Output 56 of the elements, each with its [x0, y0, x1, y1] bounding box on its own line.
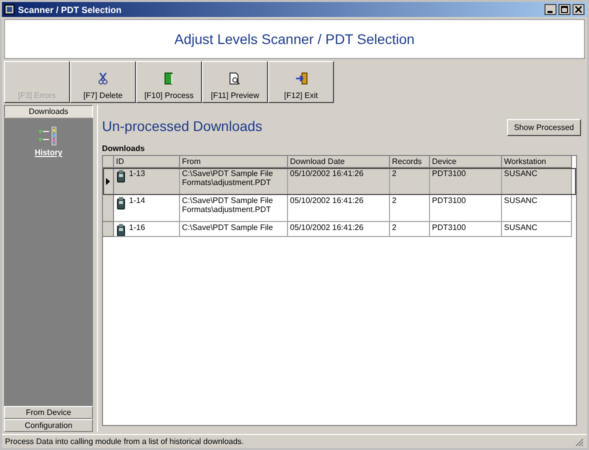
toolbar-button[interactable]: [F10] Process [136, 61, 202, 103]
column-header[interactable]: From [180, 156, 288, 168]
table-cell-text: C:\Save\PDT Sample File Formats\adjustment.PDT [182, 196, 274, 214]
exit-door-icon [294, 72, 308, 85]
column-header[interactable]: Download Date [288, 156, 390, 168]
table-cell: 1-16 [129, 223, 146, 232]
table-cell: SUSANC [504, 169, 538, 178]
preview-icon [229, 72, 241, 85]
header-title: Adjust Levels Scanner / PDT Selection [174, 31, 415, 47]
toolbar-button[interactable]: [F7] Delete [70, 61, 136, 103]
table-row[interactable]: 1-16 C:\Save\PDT Sample File 05/10/2002 16:41:26 2 PDT3100 SUSANC [103, 222, 576, 237]
close-icon[interactable] [572, 4, 585, 15]
history-link[interactable]: History [34, 148, 62, 157]
row-selector[interactable] [103, 168, 114, 195]
table-row[interactable]: 1-13 C:\Save\PDT Sample File Formats\adjustment.PDT 05/10/2002 16:41:26 2 PDT3100 SUSANC [103, 168, 576, 195]
column-header[interactable]: ID [114, 156, 180, 168]
book-icon [164, 72, 174, 85]
minimize-icon[interactable] [544, 4, 557, 15]
show-processed-button[interactable]: Show Processed [506, 119, 581, 136]
table-cell: PDT3100 [432, 196, 466, 205]
resize-grip-icon[interactable] [574, 436, 584, 446]
table-cell: 1-13 [129, 169, 146, 178]
sidebar-section-tab[interactable]: From Device [4, 406, 93, 419]
table-cell-text: C:\Save\PDT Sample File Formats\adjustment.PDT [182, 169, 274, 187]
table-cell: 2 [392, 169, 396, 178]
column-header[interactable]: Device [430, 156, 502, 168]
scissors-icon [98, 72, 108, 85]
scanner-device-icon [116, 169, 126, 183]
table-cell: 2 [392, 196, 396, 205]
toolbar-button[interactable]: [F11] Preview [202, 61, 268, 103]
table-cell: SUSANC [504, 196, 538, 205]
table-cell: 05/10/2002 16:41:26 [290, 223, 364, 232]
maximize-icon[interactable] [558, 4, 571, 15]
table-cell: 2 [392, 223, 396, 232]
flow-diagram-icon[interactable] [38, 126, 60, 146]
toolbar-button[interactable]: [F12] Exit [268, 61, 334, 103]
table-cell: PDT3100 [432, 169, 466, 178]
table-cell: 1-14 [129, 196, 146, 205]
table-row[interactable]: 1-14 C:\Save\PDT Sample File Formats\adjustment.PDT 05/10/2002 16:41:26 2 PDT3100 SUSANC [103, 195, 576, 222]
table-cell: C:\Save\PDT Sample File [182, 223, 273, 232]
table-cell: PDT3100 [432, 223, 466, 232]
row-pointer-icon [106, 178, 110, 184]
scanner-device-icon [116, 223, 126, 236]
status-text: Process Data into calling module from a list of historical downloads. [5, 437, 244, 446]
section-heading: Un-processed Downloads [102, 118, 262, 134]
table-cell: SUSANC [504, 223, 538, 232]
column-header[interactable]: Records [390, 156, 430, 168]
table-cell: 05/10/2002 16:41:26 [290, 196, 364, 205]
sidebar-section-tab[interactable]: Configuration [4, 419, 93, 432]
table-label: Downloads [102, 144, 146, 153]
table-cell: 05/10/2002 16:41:26 [290, 169, 364, 178]
column-header[interactable]: Workstation [502, 156, 572, 168]
scanner-device-icon [116, 196, 126, 210]
window-title: Scanner / PDT Selection [18, 4, 122, 14]
app-icon [4, 4, 15, 15]
sidebar-section-tab[interactable]: Downloads [4, 105, 93, 118]
